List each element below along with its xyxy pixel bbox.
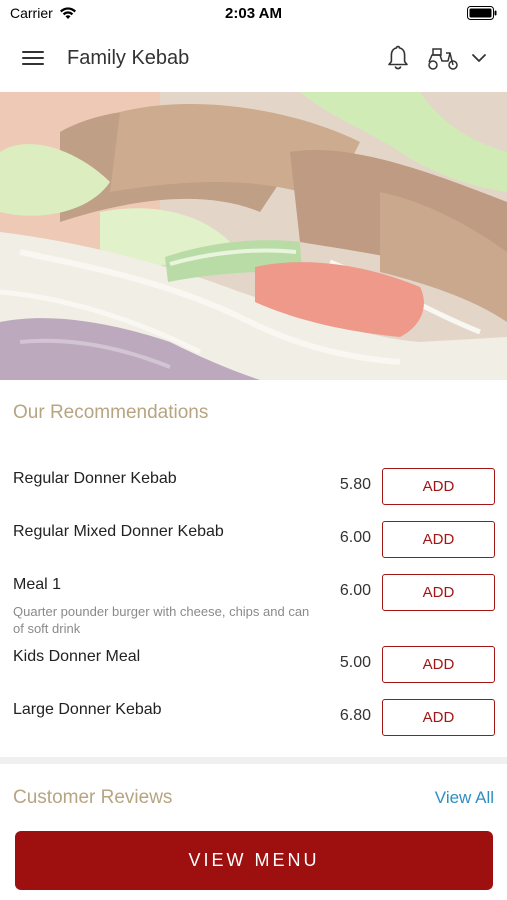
app-header: Family Kebab xyxy=(0,26,507,92)
recommendations-title: Our Recommendations xyxy=(13,402,209,423)
bell-icon[interactable] xyxy=(386,44,410,72)
app-title: Family Kebab xyxy=(67,47,190,69)
item-price: 5.80 xyxy=(339,476,371,493)
item-name: Regular Mixed Donner Kebab xyxy=(13,523,224,540)
add-button[interactable]: ADD xyxy=(382,699,495,736)
add-button[interactable]: ADD xyxy=(382,468,495,505)
list-item: Large Donner Kebab 6.80 ADD xyxy=(0,693,507,746)
item-price: 6.00 xyxy=(339,582,371,599)
add-button[interactable]: ADD xyxy=(382,521,495,558)
item-price: 6.00 xyxy=(339,529,371,546)
section-divider xyxy=(0,757,507,764)
status-time: 2:03 AM xyxy=(225,5,282,22)
status-bar: Carrier 2:03 AM xyxy=(0,0,507,26)
menu-icon[interactable] xyxy=(20,48,46,70)
view-menu-button[interactable]: VIEW MENU xyxy=(15,831,493,890)
add-button[interactable]: ADD xyxy=(382,646,495,683)
item-name: Regular Donner Kebab xyxy=(13,470,177,487)
battery-icon xyxy=(467,6,497,20)
item-name: Kids Donner Meal xyxy=(13,648,141,665)
item-description: Quarter pounder burger with cheese, chip… xyxy=(13,604,310,636)
list-item: Regular Donner Kebab 5.80 ADD xyxy=(0,462,507,515)
item-name: Large Donner Kebab xyxy=(13,701,162,718)
chevron-down-icon[interactable] xyxy=(470,50,488,66)
view-all-link[interactable]: View All xyxy=(435,788,494,808)
item-price: 5.00 xyxy=(339,654,371,671)
reviews-title: Customer Reviews xyxy=(13,787,173,808)
list-item: Kids Donner Meal 5.00 ADD xyxy=(0,640,507,693)
item-name: Meal 1 xyxy=(13,576,62,593)
list-item: Regular Mixed Donner Kebab 6.00 ADD xyxy=(0,515,507,568)
item-price: 6.80 xyxy=(339,707,371,724)
scooter-icon[interactable] xyxy=(426,46,460,72)
list-item: Meal 1 Quarter pounder burger with chees… xyxy=(0,568,507,640)
hero-food-image xyxy=(0,92,507,380)
add-button[interactable]: ADD xyxy=(382,574,495,611)
